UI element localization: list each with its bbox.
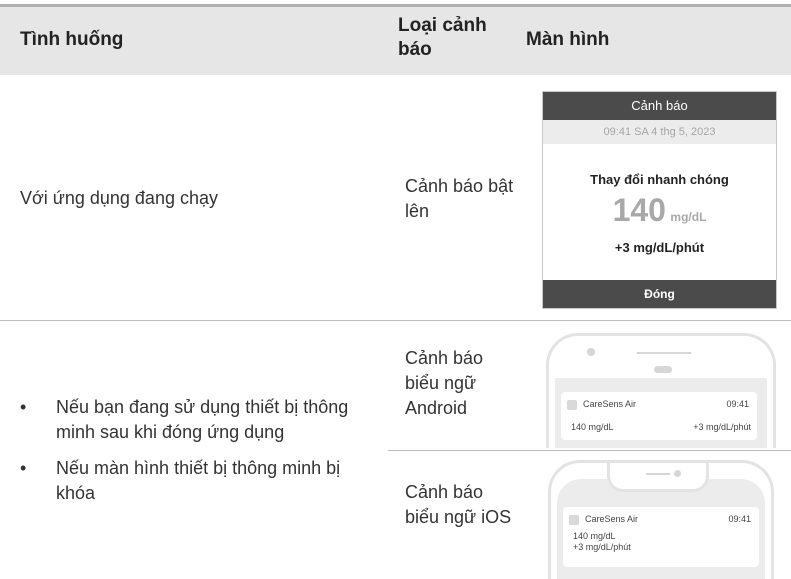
row-divider — [0, 320, 791, 321]
header-situation: Tình huống — [20, 29, 124, 50]
row1-alert-type: Cảnh báo bật lên — [405, 176, 514, 221]
popup-title: Cảnh báo — [543, 92, 776, 120]
app-icon — [567, 400, 577, 410]
speaker-icon — [646, 473, 670, 475]
camera-icon — [587, 348, 595, 356]
popup-close-button[interactable]: Đóng — [543, 280, 776, 308]
popup-timestamp: 09:41 SA 4 thg 5, 2023 — [543, 120, 776, 144]
sub-row-divider — [388, 450, 791, 451]
popup-value-number: 140 — [612, 192, 666, 228]
header-alert-type: Loại cảnh báo — [398, 15, 487, 60]
row2-bullet1: Nếu bạn đang sử dụng thiết bị thông minh… — [56, 397, 349, 442]
notification-time: 09:41 — [726, 399, 749, 409]
row2-bullet2: Nếu màn hình thiết bị thông minh bị khóa — [56, 458, 341, 503]
popup-alert-mock: Cảnh báo 09:41 SA 4 thg 5, 2023 Thay đổi… — [542, 91, 777, 309]
notification-app-name: CareSens Air — [585, 514, 639, 524]
speaker-icon — [637, 352, 691, 354]
phone-notch — [607, 463, 709, 492]
popup-message: Thay đổi nhanh chóng — [590, 172, 729, 187]
header-screen: Màn hình — [526, 29, 610, 50]
ios-alert-type: Cảnh báo biểu ngữ iOS — [405, 482, 512, 527]
notification-time: 09:41 — [728, 514, 751, 524]
camera-icon — [674, 470, 681, 477]
ios-notification[interactable]: CareSens Air 09:41 140 mg/dL +3 mg/dL/ph… — [563, 507, 759, 567]
app-icon — [569, 515, 579, 525]
android-alert-type: Cảnh báo biểu ngữ Android — [405, 348, 484, 418]
ios-phone-mock: CareSens Air 09:41 140 mg/dL +3 mg/dL/ph… — [548, 460, 774, 579]
notification-value: 140 mg/dL — [573, 531, 616, 541]
bullet-dot: • — [20, 397, 27, 417]
android-notification[interactable]: CareSens Air 09:41 140 mg/dL +3 mg/dL/ph… — [561, 392, 757, 440]
popup-rate: +3 mg/dL/phút — [614, 240, 705, 255]
row1-situation: Với ứng dụng đang chạy — [20, 188, 218, 208]
android-phone-mock: CareSens Air 09:41 140 mg/dL +3 mg/dL/ph… — [546, 333, 776, 448]
notification-rate: +3 mg/dL/phút — [573, 542, 631, 552]
notification-app-name: CareSens Air — [583, 399, 637, 409]
notification-rate: +3 mg/dL/phút — [693, 422, 751, 432]
popup-value-unit: mg/dL — [670, 210, 707, 224]
bullet-dot: • — [20, 458, 27, 478]
sensor-icon — [654, 366, 672, 373]
notification-value: 140 mg/dL — [571, 422, 614, 432]
popup-glucose-value: 140 mg/dL — [543, 192, 776, 229]
